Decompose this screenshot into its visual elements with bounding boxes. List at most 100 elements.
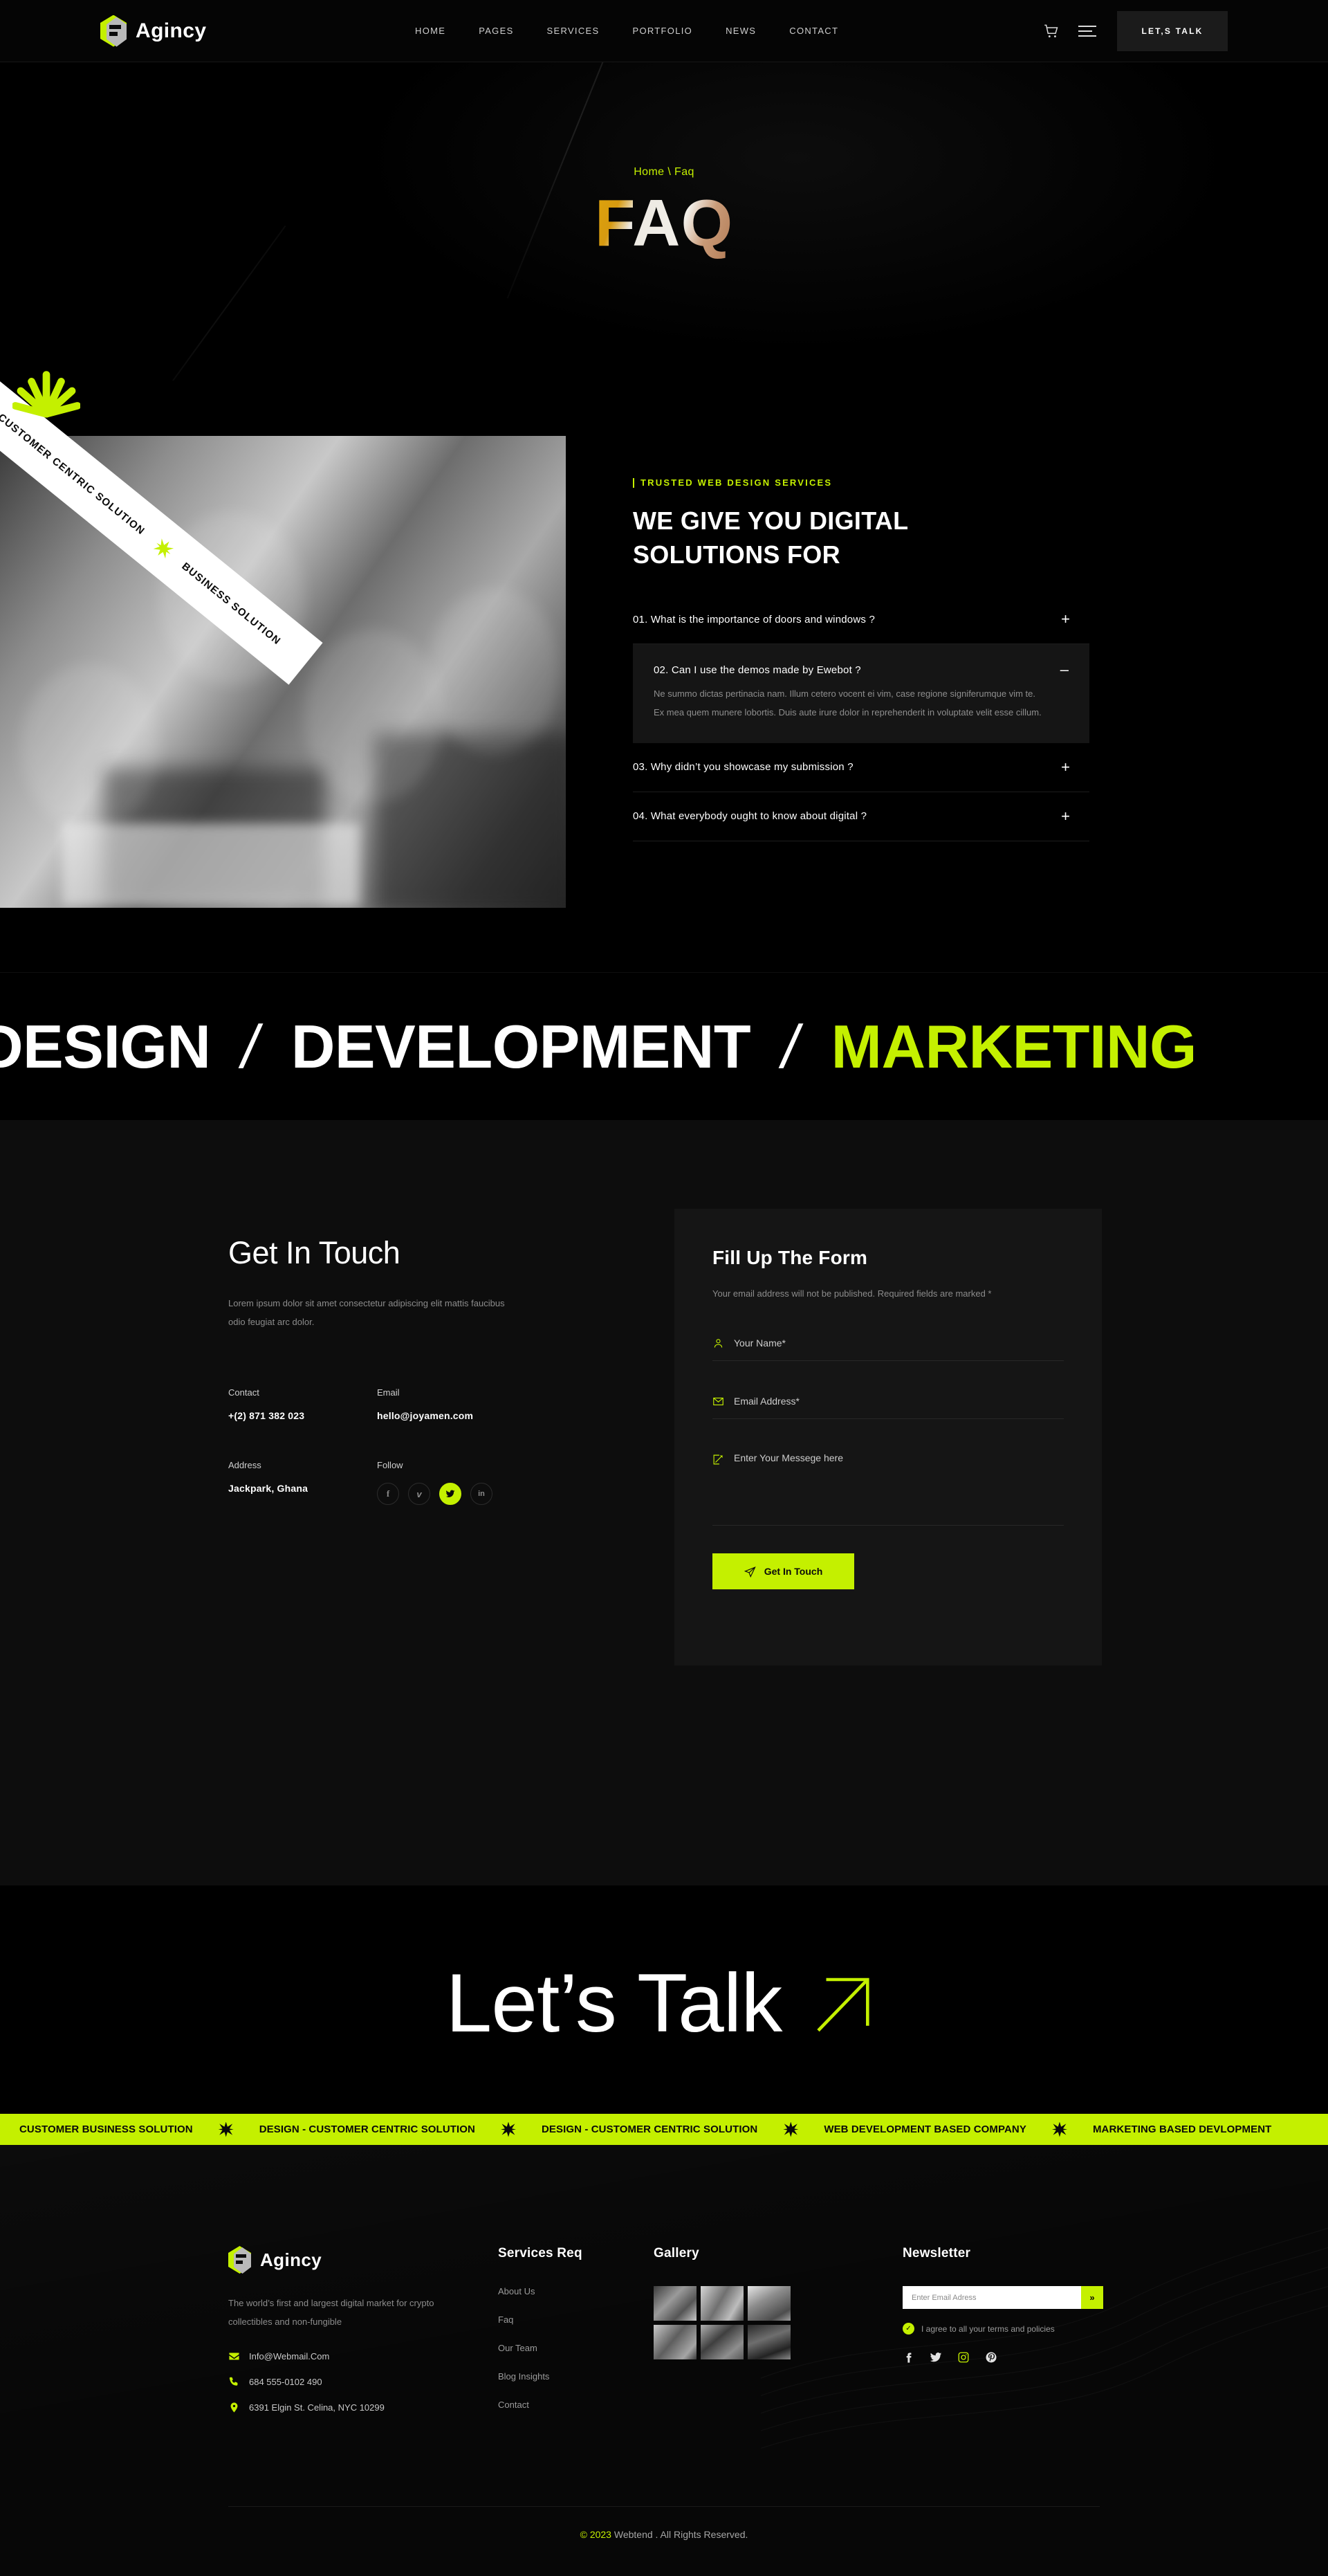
accordion-question: 04. What everybody ought to know about d… <box>633 810 867 823</box>
ticker-star-icon <box>501 2121 516 2137</box>
nav-item-news[interactable]: NEWS <box>726 26 756 36</box>
accordion-item[interactable]: 02. Can I use the demos made by Ewebot ?… <box>633 644 1089 743</box>
page-title: FAQ <box>0 190 1328 257</box>
marquee-track: DESIGN / DEVELOPMENT / MARKETING <box>0 1012 1197 1082</box>
logo[interactable]: Agincy <box>100 15 206 47</box>
footer-brand-column: Agincy The world’s first and largest dig… <box>228 2246 519 2427</box>
gallery-thumbnail[interactable] <box>654 2286 697 2321</box>
newsletter-email-input[interactable] <box>903 2286 1081 2309</box>
footer-logo[interactable]: Agincy <box>228 2246 519 2274</box>
lets-talk-section[interactable]: Let’s Talk <box>0 1885 1328 2121</box>
nav-item-services[interactable]: SERVICES <box>547 26 600 36</box>
hamburger-menu-icon[interactable] <box>1078 25 1096 37</box>
footer-description: The world’s first and largest digital ma… <box>228 2298 434 2327</box>
submit-button[interactable]: Get In Touch <box>712 1553 854 1590</box>
contact-email-value[interactable]: hello@joyamen.com <box>377 1410 526 1421</box>
accordion-item[interactable]: 03. Why didn’t you showcase my submissio… <box>633 743 1089 792</box>
accordion-answer: Ne summo dictas pertinacia nam. Illum ce… <box>654 688 1042 718</box>
accordion-question: 01. What is the importance of doors and … <box>633 613 875 625</box>
nav-item-home[interactable]: HOME <box>415 26 445 36</box>
nav-item-contact[interactable]: CONTACT <box>789 26 838 36</box>
footer-link-about-us[interactable]: About Us <box>498 2286 582 2296</box>
breadcrumb[interactable]: Home \ Faq <box>0 166 1328 179</box>
ticker-track: CUSTOMER BUSINESS SOLUTION DESIGN - CUST… <box>19 2121 1271 2137</box>
contact-section: Get In Touch Lorem ipsum dolor sit amet … <box>0 1121 1328 1885</box>
minus-icon[interactable]: – <box>1060 662 1069 677</box>
linkedin-icon[interactable]: in <box>470 1483 492 1505</box>
accordion-header[interactable]: 02. Can I use the demos made by Ewebot ?… <box>633 644 1089 684</box>
twitter-icon[interactable] <box>930 2351 942 2364</box>
gallery-thumbnail[interactable] <box>748 2325 791 2359</box>
user-icon <box>714 1339 723 1348</box>
footer-contact-text: 684 555-0102 490 <box>249 2377 322 2388</box>
gallery-thumbnail[interactable] <box>701 2325 744 2359</box>
gallery-thumbnail[interactable] <box>748 2286 791 2321</box>
contact-address-value: Jackpark, Ghana <box>228 1483 308 1494</box>
message-field-wrapper[interactable] <box>712 1437 1064 1526</box>
accordion-item[interactable]: 04. What everybody ought to know about d… <box>633 792 1089 841</box>
marquee-word-marketing: MARKETING <box>831 1012 1197 1081</box>
footer-newsletter-title: Newsletter <box>903 2246 971 2260</box>
newsletter-submit-button[interactable]: » <box>1081 2286 1103 2309</box>
lets-talk-button[interactable]: LET,S TALK <box>1117 10 1228 51</box>
footer-contact-phone[interactable]: 684 555-0102 490 <box>228 2376 519 2388</box>
footer-link-blog-insights[interactable]: Blog Insights <box>498 2371 582 2382</box>
accordion-header[interactable]: 04. What everybody ought to know about d… <box>633 792 1089 841</box>
footer-gallery-title: Gallery <box>654 2246 699 2260</box>
gallery-thumbnail[interactable] <box>654 2325 697 2359</box>
instagram-icon[interactable] <box>957 2351 970 2364</box>
lets-talk-text: Let’s Talk <box>445 1957 783 2049</box>
footer-link-contact[interactable]: Contact <box>498 2400 582 2410</box>
contact-info: Contact +(2) 871 382 023 Email hello@joy… <box>228 1387 533 1544</box>
footer-contact-address[interactable]: 6391 Elgin St. Celina, NYC 10299 <box>228 2402 519 2413</box>
accordion-header[interactable]: 01. What is the importance of doors and … <box>633 595 1089 643</box>
logo-mark-icon <box>100 15 127 47</box>
faq-section: DESIGN - CUSTOMER CENTRIC SOLUTION BUSIN… <box>0 338 1328 976</box>
faq-accordion: 01. What is the importance of doors and … <box>633 595 1089 841</box>
pinterest-icon[interactable] <box>985 2351 997 2364</box>
footer-contact-email[interactable]: Info@Webmail.Com <box>228 2350 519 2362</box>
arrow-up-right-icon[interactable] <box>802 1964 882 2043</box>
plus-icon[interactable]: + <box>1061 612 1070 627</box>
email-input[interactable] <box>734 1395 1064 1407</box>
site-footer: Agincy The world’s first and largest dig… <box>0 2145 1328 2576</box>
message-input[interactable] <box>734 1452 1064 1486</box>
accordion-item[interactable]: 01. What is the importance of doors and … <box>633 595 1089 644</box>
contact-follow-block: Follow f v in <box>377 1460 526 1505</box>
plus-icon[interactable]: + <box>1061 808 1070 824</box>
name-input[interactable] <box>734 1337 1064 1349</box>
newsletter-form: » <box>903 2286 1103 2309</box>
ticker-star-icon <box>783 2121 799 2137</box>
logo-text: Agincy <box>136 19 207 42</box>
plus-icon[interactable]: + <box>1061 759 1070 775</box>
facebook-icon[interactable] <box>903 2352 914 2364</box>
newsletter-agree-row[interactable]: ✓ I agree to all your terms and policies <box>903 2323 1103 2335</box>
footer-logo-text: Agincy <box>260 2249 322 2270</box>
nav-item-portfolio[interactable]: PORTFOLIO <box>632 26 692 36</box>
marquee-word-development: DEVELOPMENT <box>290 1012 751 1081</box>
logo-mark-icon <box>228 2246 251 2274</box>
hero-section: Home \ Faq FAQ <box>0 62 1328 381</box>
twitter-icon[interactable] <box>439 1483 461 1505</box>
form-note: Your email address will not be published… <box>712 1288 992 1299</box>
green-ticker-bar: CUSTOMER BUSINESS SOLUTION DESIGN - CUST… <box>0 2114 1328 2145</box>
facebook-icon[interactable]: f <box>377 1483 399 1505</box>
email-label: Email <box>377 1387 400 1398</box>
ticker-item: WEB DEVELOPMENT BASED COMPANY <box>824 2123 1026 2135</box>
vimeo-icon[interactable]: v <box>408 1483 430 1505</box>
shopping-cart-icon[interactable] <box>1042 22 1060 40</box>
marquee-separator: / <box>776 1012 806 1081</box>
name-field-wrapper[interactable] <box>712 1321 1064 1362</box>
footer-link-our-team[interactable]: Our Team <box>498 2343 582 2353</box>
footer-link-faq[interactable]: Faq <box>498 2314 582 2325</box>
email-field-wrapper[interactable] <box>712 1379 1064 1420</box>
contact-phone-value[interactable]: +(2) 871 382 023 <box>228 1410 377 1421</box>
map-pin-icon <box>230 2402 238 2413</box>
nav-item-pages[interactable]: PAGES <box>479 26 513 36</box>
contact-email-block: Email hello@joyamen.com <box>377 1387 526 1421</box>
gallery-thumbnail[interactable] <box>701 2286 744 2321</box>
accordion-header[interactable]: 03. Why didn’t you showcase my submissio… <box>633 743 1089 792</box>
main-nav: HOME PAGES SERVICES PORTFOLIO NEWS CONTA… <box>415 26 838 36</box>
footer-contact-list: Info@Webmail.Com 684 555-0102 490 6391 E… <box>228 2350 519 2413</box>
check-icon[interactable]: ✓ <box>903 2323 914 2335</box>
